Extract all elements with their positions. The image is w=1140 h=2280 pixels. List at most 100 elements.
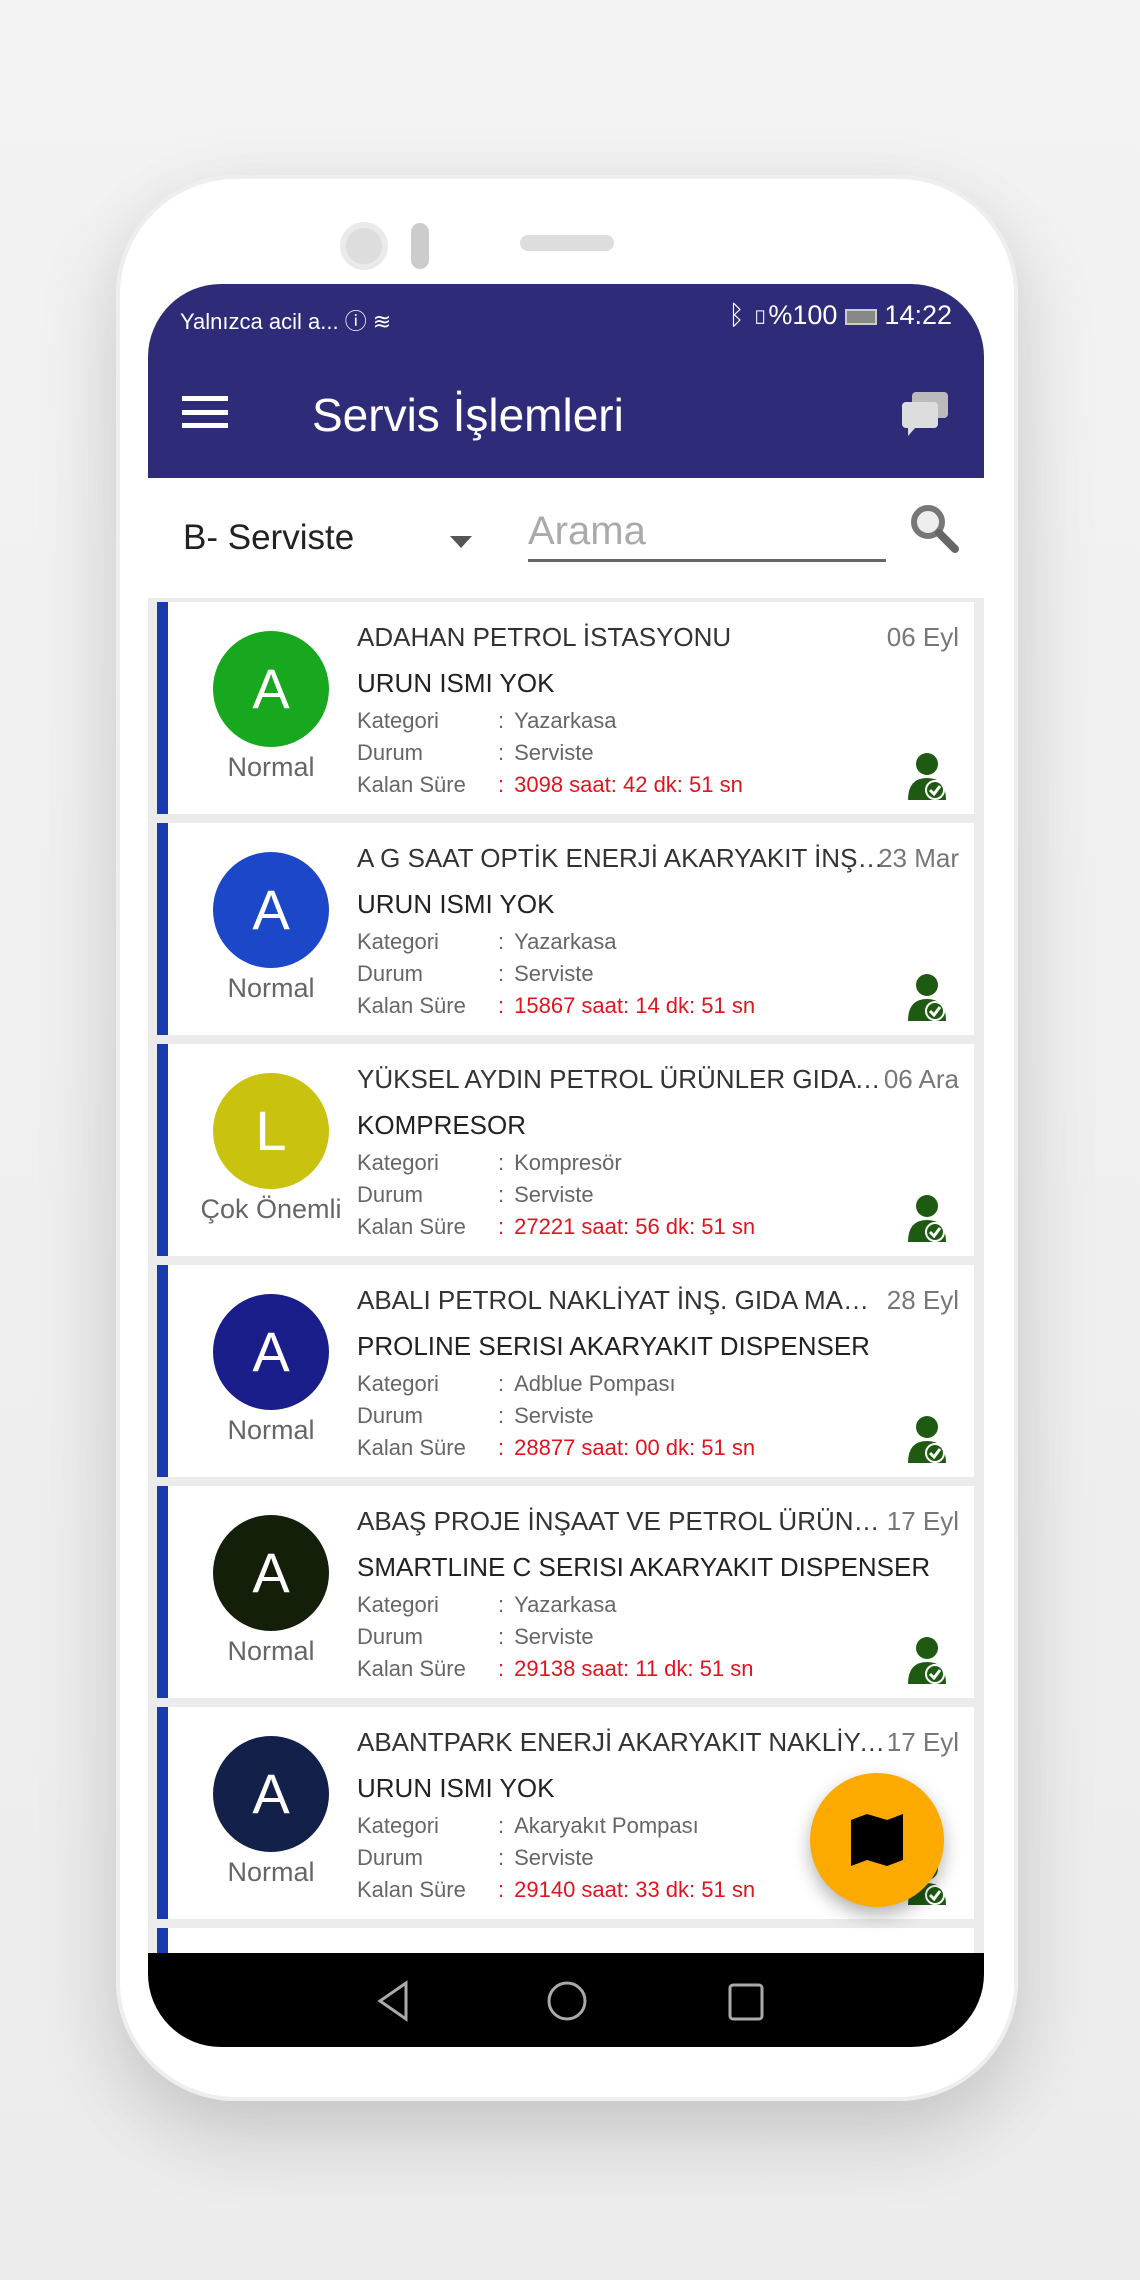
category-value: Akaryakıt Pompası bbox=[514, 1813, 699, 1838]
user-check-icon[interactable] bbox=[906, 1194, 948, 1244]
separator: : bbox=[498, 1656, 505, 1681]
category-value: Yazarkasa bbox=[514, 929, 617, 954]
remaining-value: 29138 saat: 11 dk: 51 sn bbox=[514, 1656, 754, 1681]
chevron-down-icon[interactable] bbox=[450, 536, 472, 548]
remaining-value: 29140 saat: 33 dk: 51 sn bbox=[514, 1877, 756, 1902]
avatar: A bbox=[213, 852, 329, 968]
customer-name: ABANTPARK ENERJİ AKARYAKIT NAKLİYAT bbox=[357, 1727, 887, 1757]
map-fab-button[interactable] bbox=[810, 1773, 944, 1907]
status-value: Serviste bbox=[514, 1624, 594, 1649]
recents-icon[interactable] bbox=[726, 1981, 766, 2021]
separator: : bbox=[498, 1182, 505, 1207]
product-name: PROLINE SERISI AKARYAKIT DISPENSER bbox=[357, 1331, 870, 1361]
category-value: Yazarkasa bbox=[514, 1592, 617, 1617]
status-value: Serviste bbox=[514, 1845, 594, 1870]
status-right: ᛒ ▯%100 14:22 bbox=[728, 300, 952, 331]
date: 28 Eyl bbox=[886, 1285, 959, 1315]
user-check-icon[interactable] bbox=[906, 973, 948, 1023]
service-card-partial[interactable] bbox=[157, 1928, 974, 1953]
user-check-icon[interactable] bbox=[906, 752, 948, 802]
separator: : bbox=[498, 772, 505, 797]
separator: : bbox=[498, 993, 505, 1018]
customer-name: ABALI PETROL NAKLİYAT İNŞ. GIDA MADENCİL… bbox=[357, 1285, 887, 1315]
remaining-row: Kalan Süre:29140 saat: 33 dk: 51 sn bbox=[357, 1877, 755, 1903]
search-icon[interactable] bbox=[908, 502, 960, 554]
category-row: Kategori: Yazarkasa bbox=[357, 708, 616, 734]
avatar: A bbox=[213, 1515, 329, 1631]
service-card[interactable]: A Normal ABALI PETROL NAKLİYAT İNŞ. GIDA… bbox=[157, 1265, 974, 1477]
remaining-value: 27221 saat: 56 dk: 51 sn bbox=[514, 1214, 756, 1239]
category-row: Kategori: Yazarkasa bbox=[357, 1592, 616, 1618]
label: Kategori bbox=[357, 1813, 439, 1838]
service-card[interactable]: A Normal ABAŞ PROJE İNŞAAT VE PETROL ÜRÜ… bbox=[157, 1486, 974, 1698]
remaining-row: Kalan Süre:28877 saat: 00 dk: 51 sn bbox=[357, 1435, 755, 1461]
label: Kalan Süre bbox=[357, 1214, 466, 1239]
back-icon[interactable] bbox=[372, 1979, 412, 2023]
remaining-row: Kalan Süre:29138 saat: 11 dk: 51 sn bbox=[357, 1656, 753, 1682]
status-row: Durum: Serviste bbox=[357, 1403, 594, 1429]
avatar: A bbox=[213, 1294, 329, 1410]
category-row: Kategori: Akaryakıt Pompası bbox=[357, 1813, 699, 1839]
remaining-row: Kalan Süre:27221 saat: 56 dk: 51 sn bbox=[357, 1214, 755, 1240]
label: Kategori bbox=[357, 929, 439, 954]
status-value: Serviste bbox=[514, 1182, 594, 1207]
user-check-icon[interactable] bbox=[906, 1636, 948, 1686]
separator: : bbox=[498, 1845, 505, 1870]
label: Kategori bbox=[357, 1592, 439, 1617]
separator: : bbox=[498, 1624, 505, 1649]
label: Durum bbox=[357, 1845, 424, 1870]
status-row: Durum: Serviste bbox=[357, 1624, 594, 1650]
status-left: Yalnızca acil a... ⓘ ≋ bbox=[180, 304, 391, 336]
priority-label: Çok Önemli bbox=[200, 1194, 342, 1224]
system-nav-bar bbox=[148, 1953, 984, 2047]
status-dropdown[interactable]: B- Serviste bbox=[183, 518, 354, 558]
home-icon[interactable] bbox=[545, 1979, 589, 2023]
sensor bbox=[411, 223, 429, 269]
customer-name: ADAHAN PETROL İSTASYONU bbox=[357, 622, 732, 652]
separator: : bbox=[498, 708, 505, 733]
customer-name: ABAŞ PROJE İNŞAAT VE PETROL ÜRÜNLERİ bbox=[357, 1506, 887, 1536]
remaining-value: 15867 saat: 14 dk: 51 sn bbox=[514, 993, 756, 1018]
hamburger-menu-icon[interactable] bbox=[182, 396, 228, 428]
separator: : bbox=[498, 929, 505, 954]
separator: : bbox=[498, 1435, 505, 1460]
label: Durum bbox=[357, 1403, 424, 1428]
separator: : bbox=[498, 740, 505, 765]
clock: 14:22 bbox=[884, 300, 952, 330]
camera bbox=[340, 222, 388, 270]
speaker bbox=[520, 235, 614, 251]
avatar: A bbox=[213, 1736, 329, 1852]
separator: : bbox=[498, 1592, 505, 1617]
status-row: Durum: Serviste bbox=[357, 1182, 594, 1208]
wifi-icon: ⓘ ≋ bbox=[344, 309, 392, 334]
search-input[interactable] bbox=[528, 504, 886, 562]
status-value: Serviste bbox=[514, 961, 594, 986]
chat-icon[interactable] bbox=[900, 390, 950, 438]
category-value: Adblue Pompası bbox=[514, 1371, 676, 1396]
service-card[interactable]: A Normal ADAHAN PETROL İSTASYONU 06 Eyl … bbox=[157, 602, 974, 814]
separator: : bbox=[498, 961, 505, 986]
remaining-row: Kalan Süre:15867 saat: 14 dk: 51 sn bbox=[357, 993, 755, 1019]
date: 06 Eyl bbox=[886, 622, 959, 652]
separator: : bbox=[498, 1877, 505, 1902]
avatar: A bbox=[213, 631, 329, 747]
separator: : bbox=[498, 1214, 505, 1239]
date: 17 Eyl bbox=[886, 1727, 959, 1757]
avatar: L bbox=[213, 1073, 329, 1189]
priority-label: Normal bbox=[227, 973, 315, 1003]
service-card[interactable]: A Normal A G SAAT OPTİK ENERJİ AKARYAKIT… bbox=[157, 823, 974, 1035]
product-name: KOMPRESOR bbox=[357, 1110, 527, 1140]
separator: : bbox=[498, 1403, 505, 1428]
service-card[interactable]: L Çok Önemli YÜKSEL AYDIN PETROL ÜRÜNLER… bbox=[157, 1044, 974, 1256]
date: 17 Eyl bbox=[886, 1506, 959, 1536]
battery-icon bbox=[844, 308, 877, 325]
label: Kategori bbox=[357, 1150, 439, 1175]
product-name: URUN ISMI YOK bbox=[357, 668, 555, 698]
separator: : bbox=[498, 1813, 505, 1838]
app-bar: Yalnızca acil a... ⓘ ≋ ᛒ ▯%100 14:22 Ser… bbox=[148, 284, 984, 478]
label: Durum bbox=[357, 740, 424, 765]
category-row: Kategori: Kompresör bbox=[357, 1150, 622, 1176]
status-value: Serviste bbox=[514, 1403, 594, 1428]
product-name: URUN ISMI YOK bbox=[357, 1773, 555, 1803]
user-check-icon[interactable] bbox=[906, 1415, 948, 1465]
